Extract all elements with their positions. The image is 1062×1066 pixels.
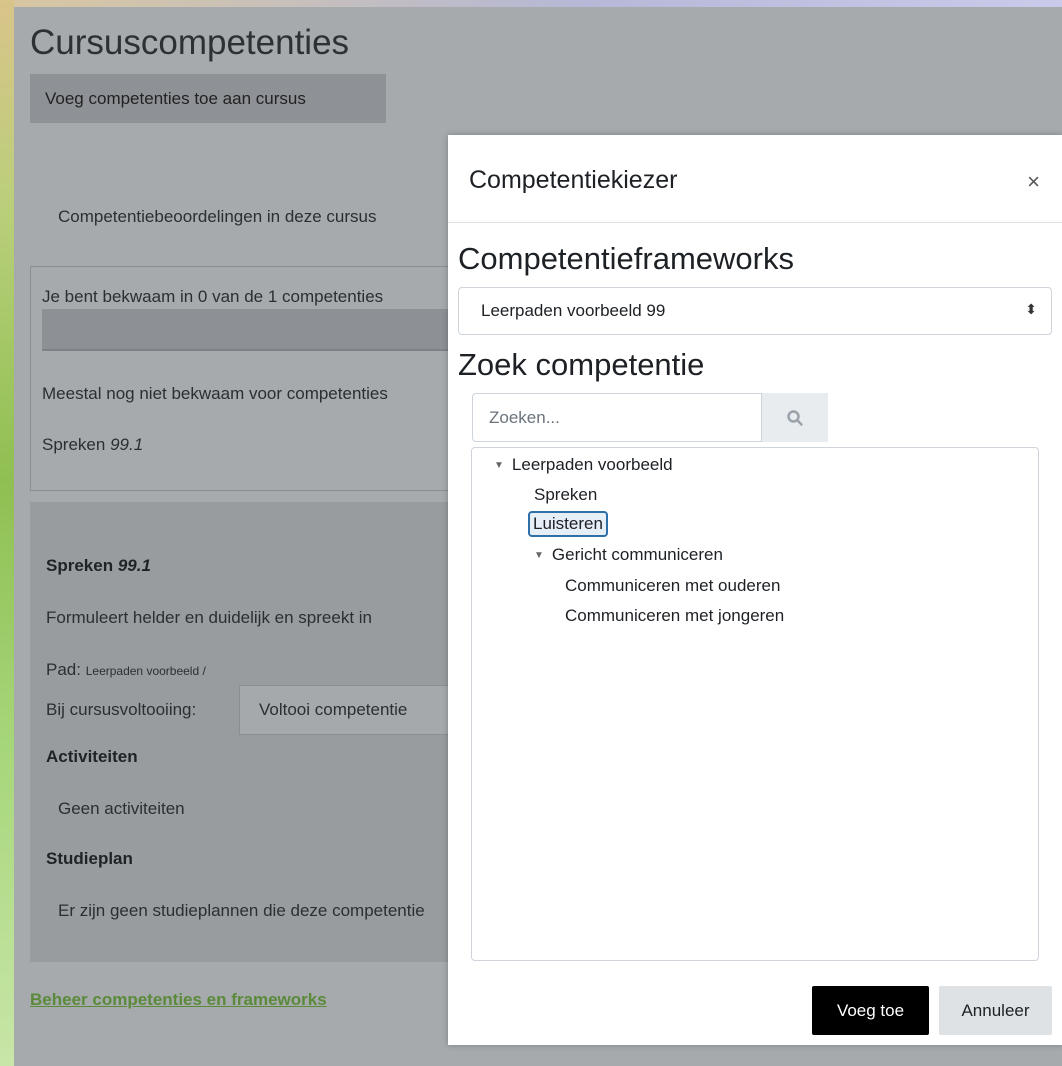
tree-node-communiceren-jongeren[interactable]: Communiceren met jongeren (565, 606, 784, 626)
tree-root-label: Leerpaden voorbeeld (511, 455, 673, 474)
tree-node-spreken[interactable]: Spreken (534, 485, 597, 505)
summary-box: Je bent bekwaam in 0 van de 1 competenti… (30, 266, 490, 491)
mostly-not-proficient-text: Meestal nog niet bekwaam voor competenti… (42, 384, 388, 403)
add-button[interactable]: Voeg toe (812, 986, 929, 1035)
add-competencies-button[interactable]: Voeg competenties toe aan cursus (30, 74, 386, 123)
competency-detail-card: Spreken 99.1 Formuleert helder en duidel… (30, 502, 490, 962)
proficiency-progress-bar (42, 309, 482, 351)
manage-competencies-link[interactable]: Beheer competenties en frameworks (30, 990, 327, 1010)
competency-name: Spreken (42, 435, 106, 454)
study-plan-heading: Studieplan (46, 849, 133, 868)
expand-triangle-icon: ▼ (534, 550, 544, 561)
tree-node-gericht-communiceren[interactable]: ▼ Gericht communiceren (534, 545, 723, 566)
close-icon[interactable]: × (1027, 169, 1040, 195)
competency-description: Formuleert helder en duidelijk en spreek… (46, 608, 373, 627)
competency-link[interactable]: Spreken 99.1 (42, 435, 143, 455)
tree-node-framework[interactable]: ▼ Leerpaden voorbeeld (494, 455, 673, 476)
competency-id: 99.1 (110, 435, 144, 454)
tree-group-label: Gericht communiceren (551, 545, 723, 564)
activities-heading: Activiteiten (46, 747, 138, 766)
window-top-strip (0, 0, 1062, 7)
completion-label: Bij cursusvoltooiing: (46, 700, 197, 719)
dialog-title: Competentiekiezer (469, 166, 678, 194)
path-label: Pad: (46, 660, 81, 679)
search-button[interactable] (762, 393, 828, 442)
tree-node-communiceren-ouderen[interactable]: Communiceren met ouderen (565, 576, 780, 596)
overview-caption: Competentiebeoordelingen in deze cursus (58, 207, 377, 226)
proficiency-summary: Je bent bekwaam in 0 van de 1 competenti… (42, 287, 384, 306)
competency-picker-dialog: Competentiekiezer × Competentieframework… (448, 135, 1062, 1045)
competency-title: Spreken 99.1 (46, 556, 151, 576)
dialog-header: Competentiekiezer × (448, 135, 1062, 223)
search-icon (787, 409, 803, 426)
framework-selected-value: Leerpaden voorbeeld 99 (481, 301, 666, 320)
completion-rule-select[interactable]: Voltooi competentie (239, 685, 479, 735)
competency-title-id: 99.1 (117, 556, 151, 575)
tree-node-luisteren-selected[interactable]: Luisteren (528, 511, 608, 537)
cancel-button[interactable]: Annuleer (939, 986, 1052, 1035)
competency-path: Pad: Leerpaden voorbeeld / (46, 660, 206, 680)
search-heading: Zoek competentie (458, 347, 705, 382)
competency-title-name: Spreken (46, 556, 114, 575)
expand-triangle-icon: ▼ (494, 460, 504, 471)
select-caret-icon: ⬍ (1025, 301, 1037, 317)
page-title: Cursuscompetenties (30, 23, 350, 62)
framework-select[interactable]: Leerpaden voorbeeld 99 ⬍ (458, 287, 1052, 335)
path-value: Leerpaden voorbeeld / (85, 664, 206, 678)
no-study-plans-text: Er zijn geen studieplannen die deze comp… (58, 901, 425, 920)
no-activities-text: Geen activiteiten (58, 799, 185, 818)
desktop-background-edge (0, 0, 14, 1066)
competency-tree: ▼ Leerpaden voorbeeld Spreken Luisteren ▼… (471, 447, 1039, 961)
frameworks-heading: Competentieframeworks (458, 241, 794, 276)
search-input[interactable] (472, 393, 762, 442)
